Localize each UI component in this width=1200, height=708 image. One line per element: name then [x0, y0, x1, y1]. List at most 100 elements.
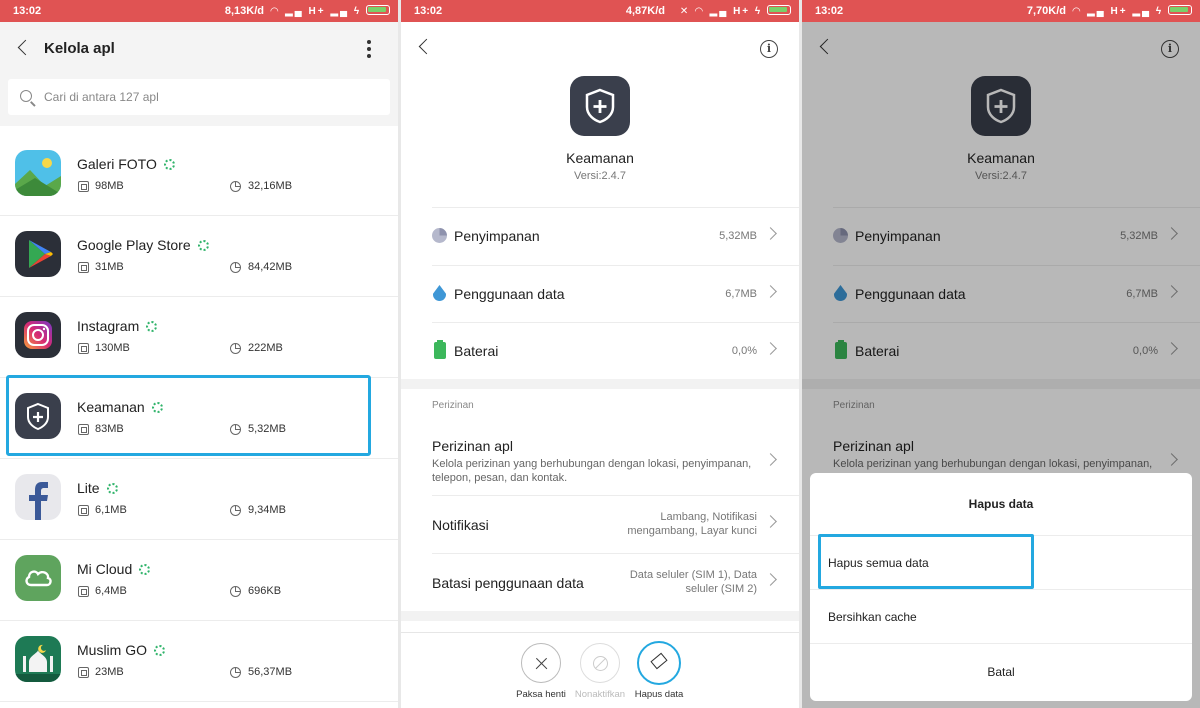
storage-usage: 222MB [248, 342, 283, 354]
section-separator [401, 611, 799, 621]
clear-data-dialog: Hapus data Hapus semua data Bersihkan ca… [810, 473, 1192, 701]
dialog-title: Hapus data [968, 497, 1034, 511]
clear-cache-option[interactable]: Bersihkan cache [810, 589, 1192, 643]
search-box[interactable] [8, 79, 390, 115]
manage-apps-screen: 13:02 8,13K/d ◠ ▂▄ H+ ▂▄ ϟ Kelola apl Ga… [0, 0, 398, 708]
network-type: H+ [308, 6, 326, 17]
storage-usage: 56,37MB [248, 666, 293, 678]
storage-icon [230, 181, 241, 192]
loading-spinner-icon [163, 159, 175, 170]
row-value: Data seluler (SIM 1), Data seluler (SIM … [629, 569, 757, 595]
ram-usage: 31MB [95, 261, 124, 273]
storage-icon [230, 586, 241, 597]
more-options-icon[interactable] [364, 40, 374, 58]
battery-row[interactable]: Baterai 0,0% [401, 322, 799, 380]
chevron-right-icon [764, 515, 777, 528]
storage-row[interactable]: Penyimpanan 5,32MB [401, 207, 799, 265]
cancel-button[interactable]: Batal [810, 643, 1192, 701]
list-item[interactable]: Instagram 130MB 222MB [0, 297, 398, 378]
list-item[interactable]: Galeri FOTO 98MB 32,16MB [0, 135, 398, 216]
row-value: 0,0% [731, 345, 757, 357]
network-type: H+ [1110, 6, 1128, 17]
row-label: Perizinan apl [432, 438, 513, 454]
row-label: Penggunaan data [454, 286, 565, 302]
ram-chip-icon [78, 181, 89, 192]
signal-icon: ▂▄ [709, 6, 729, 17]
app-permissions-row[interactable]: Perizinan apl Kelola perizinan yang berh… [401, 424, 799, 494]
list-item[interactable]: Muslim GO 23MB 56,37MB [0, 621, 398, 702]
app-name: Instagram [77, 318, 140, 334]
wifi-icon: ◠ [270, 6, 281, 17]
storage-usage: 32,16MB [248, 180, 293, 192]
loading-spinner-icon [106, 483, 118, 494]
cloud-icon [15, 555, 61, 601]
charging-icon: ϟ [754, 6, 763, 17]
list-item[interactable]: Lite 6,1MB 9,34MB [0, 459, 398, 540]
ram-chip-icon [78, 343, 89, 354]
status-time: 13:02 [13, 5, 42, 17]
status-time: 13:02 [414, 5, 443, 17]
row-value: 6,7MB [725, 288, 757, 300]
status-icons: ◠ ▂▄ H+ ▂▄ ϟ [1072, 5, 1192, 17]
status-icons: ◠ ▂▄ H+ ▂▄ ϟ [270, 5, 390, 17]
section-separator [401, 379, 799, 389]
storage-icon [230, 262, 241, 273]
data-usage-row[interactable]: Penggunaan data 6,7MB [401, 265, 799, 323]
battery-status-icon [767, 5, 791, 15]
status-bar: 13:02 8,13K/d ◠ ▂▄ H+ ▂▄ ϟ [0, 0, 398, 22]
storage-usage: 9,34MB [248, 504, 286, 516]
status-bar: 13:02 4,87K/d ✕ ◠ ▂▄ H+ ϟ [401, 0, 799, 22]
restrict-data-row[interactable]: Batasi penggunaan data Data seluler (SIM… [401, 553, 799, 611]
app-name: Galeri FOTO [77, 156, 157, 172]
option-label: Bersihkan cache [828, 610, 917, 624]
search-input[interactable] [44, 79, 374, 115]
signal-icon: ▂▄ [1132, 6, 1152, 17]
mute-icon: ✕ [679, 6, 691, 17]
gallery-icon [15, 150, 61, 196]
battery-status-icon [1168, 5, 1192, 15]
app-name: Mi Cloud [77, 561, 133, 577]
network-speed: 4,87K/d [625, 5, 665, 17]
clear-data-label: Hapus data [634, 689, 684, 700]
force-stop-button[interactable] [521, 643, 561, 683]
clear-data-dialog-screen: 13:02 7,70K/d ◠ ▂▄ H+ ▂▄ ϟ i Keamanan Ve… [802, 0, 1200, 708]
play-store-icon [15, 231, 61, 277]
storage-icon [230, 343, 241, 354]
loading-spinner-icon [154, 645, 165, 656]
ram-chip-icon [78, 667, 89, 678]
row-description: Kelola perizinan yang berhubungan dengan… [432, 458, 752, 484]
storage-usage: 84,42MB [248, 261, 293, 273]
cancel-label: Batal [987, 665, 1015, 679]
row-label: Batasi penggunaan data [432, 575, 584, 591]
app-version: Versi:2.4.7 [574, 170, 626, 182]
water-drop-icon [433, 285, 446, 301]
loading-spinner-icon [197, 240, 209, 251]
status-time: 13:02 [815, 5, 844, 17]
battery-icon [434, 340, 446, 359]
status-icons: ✕ ◠ ▂▄ H+ ϟ [680, 5, 791, 17]
row-label: Penyimpanan [454, 228, 540, 244]
battery-status-icon [366, 5, 390, 15]
notifications-row[interactable]: Notifikasi Lambang, Notifikasi mengamban… [401, 495, 799, 553]
clear-data-button[interactable] [637, 641, 681, 685]
search-icon [20, 90, 32, 102]
info-icon[interactable]: i [760, 40, 778, 58]
app-detail-screen: 13:02 4,87K/d ✕ ◠ ▂▄ H+ ϟ i Keamanan Ver… [401, 0, 799, 708]
charging-icon: ϟ [1155, 6, 1164, 17]
block-icon [593, 656, 608, 671]
instagram-icon [15, 312, 61, 358]
ram-chip-icon [78, 586, 89, 597]
list-item[interactable]: Mi Cloud 6,4MB 696KB [0, 540, 398, 621]
back-arrow-icon[interactable] [417, 40, 431, 54]
page-title: Kelola apl [44, 40, 115, 57]
selection-highlight [818, 534, 1034, 589]
back-arrow-icon[interactable] [16, 41, 30, 55]
wifi-icon: ◠ [1072, 6, 1083, 17]
section-label: Perizinan [432, 400, 474, 411]
storage-icon [230, 667, 241, 678]
app-title: Keamanan [566, 150, 634, 166]
row-value: 5,32MB [719, 230, 757, 242]
mosque-icon [15, 636, 61, 682]
list-item[interactable]: Google Play Store 31MB 84,42MB [0, 216, 398, 297]
chevron-right-icon [764, 227, 777, 240]
